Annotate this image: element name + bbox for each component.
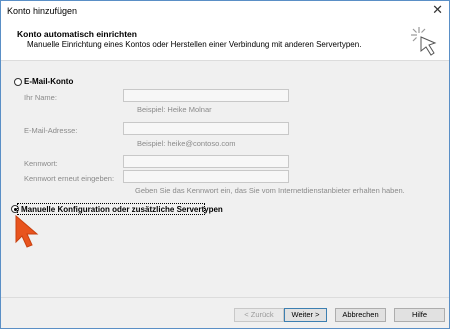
- email-account-label[interactable]: E-Mail-Konto: [24, 77, 73, 86]
- password-hint: Geben Sie das Kennwort ein, das Sie vom …: [135, 186, 405, 195]
- header-title: Konto automatisch einrichten: [17, 29, 137, 39]
- name-hint: Beispiel: Heike Molnar: [137, 105, 212, 114]
- password-repeat-label: Kennwort erneut eingeben:: [24, 174, 115, 183]
- header-subtitle: Manuelle Einrichtung eines Kontos oder H…: [27, 40, 362, 49]
- wizard-sparkle-icon: [411, 27, 437, 56]
- help-button[interactable]: Hilfe: [394, 308, 445, 322]
- back-button[interactable]: < Zurück: [234, 308, 284, 322]
- pointer-cursor-icon: [15, 214, 39, 248]
- email-address-input[interactable]: [123, 122, 289, 135]
- title-bar: Konto hinzufügen ✕: [1, 1, 449, 21]
- footer-divider: [1, 297, 449, 298]
- close-icon[interactable]: ✕: [432, 2, 443, 18]
- next-button[interactable]: Weiter >: [284, 308, 327, 322]
- password-input[interactable]: [123, 155, 289, 168]
- add-account-dialog: Konto hinzufügen ✕ Konto automatisch ein…: [0, 0, 450, 329]
- name-input[interactable]: [123, 89, 289, 102]
- password-repeat-input[interactable]: [123, 170, 289, 183]
- window-title: Konto hinzufügen: [7, 6, 78, 16]
- password-label: Kennwort:: [24, 159, 58, 168]
- manual-config-label[interactable]: Manuelle Konfiguration oder zusätzliche …: [21, 205, 223, 214]
- cancel-button[interactable]: Abbrechen: [335, 308, 386, 322]
- name-label: Ihr Name:: [24, 93, 57, 102]
- email-account-radio[interactable]: [14, 78, 22, 86]
- wizard-header: Konto automatisch einrichten Manuelle Ei…: [1, 21, 449, 61]
- email-address-label: E-Mail-Adresse:: [24, 126, 78, 135]
- email-address-hint: Beispiel: heike@contoso.com: [137, 139, 236, 148]
